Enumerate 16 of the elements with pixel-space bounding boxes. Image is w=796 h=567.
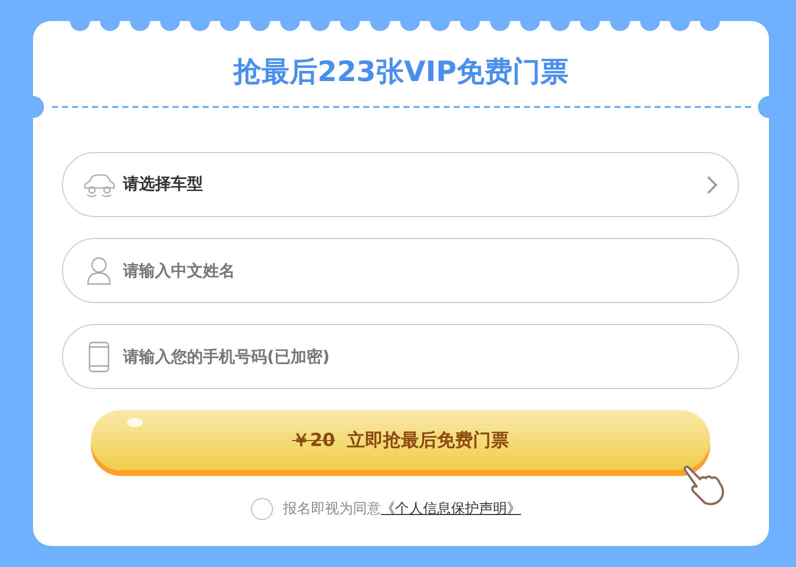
sparkle-icon xyxy=(127,418,143,427)
person-icon xyxy=(86,256,112,286)
car-icon xyxy=(82,172,116,198)
chevron-icon xyxy=(706,174,718,194)
privacy-link[interactable]: 《个人信息保护声明》 xyxy=(381,500,521,518)
agree-checkbox[interactable] xyxy=(251,498,273,520)
text-input[interactable]: 请输入中文姓名 xyxy=(123,261,718,280)
agreement-text: 报名即视为同意 xyxy=(283,500,381,518)
submit-button[interactable]: ￥20 立即抢最后免费门票 xyxy=(91,410,710,470)
text-input[interactable]: 请输入您的手机号码(已加密) xyxy=(123,347,718,366)
phone-icon xyxy=(88,340,110,372)
car-model-select[interactable]: 请选择车型 xyxy=(62,152,739,217)
input-field[interactable]: 请输入中文姓名 xyxy=(62,238,739,303)
input-field[interactable]: 请输入您的手机号码(已加密) xyxy=(62,324,739,389)
pointing-hand-icon xyxy=(682,465,726,507)
page-title: 抢最后223张VIP免费门票 xyxy=(232,54,570,90)
